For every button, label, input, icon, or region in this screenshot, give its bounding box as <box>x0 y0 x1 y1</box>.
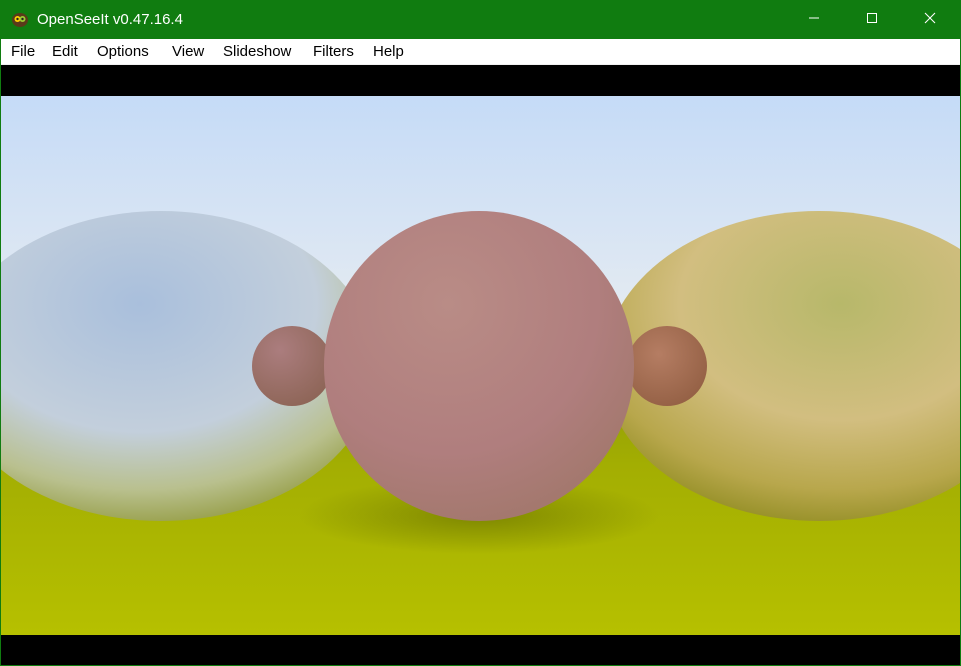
maximize-icon <box>866 11 878 29</box>
menu-help[interactable]: Help <box>366 39 411 64</box>
image-viewer[interactable] <box>1 65 960 665</box>
menu-slideshow[interactable]: Slideshow <box>216 39 298 64</box>
window-title: OpenSeeIt v0.47.16.4 <box>37 11 183 28</box>
menu-view[interactable]: View <box>165 39 211 64</box>
maximize-button[interactable] <box>843 1 901 39</box>
app-icon[interactable] <box>11 11 29 29</box>
minimize-icon <box>808 11 820 29</box>
minimize-button[interactable] <box>785 1 843 39</box>
close-button[interactable] <box>901 1 959 39</box>
menu-options[interactable]: Options <box>90 39 156 64</box>
menu-filters[interactable]: Filters <box>306 39 361 64</box>
close-icon <box>924 11 936 29</box>
app-window: OpenSeeIt v0.47.16.4 File Edit Options V… <box>0 0 961 666</box>
menu-edit[interactable]: Edit <box>45 39 85 64</box>
menu-file[interactable]: File <box>4 39 42 64</box>
displayed-image <box>1 96 960 635</box>
title-bar[interactable]: OpenSeeIt v0.47.16.4 <box>1 1 960 39</box>
menu-bar: File Edit Options View Slideshow Filters… <box>1 39 960 65</box>
